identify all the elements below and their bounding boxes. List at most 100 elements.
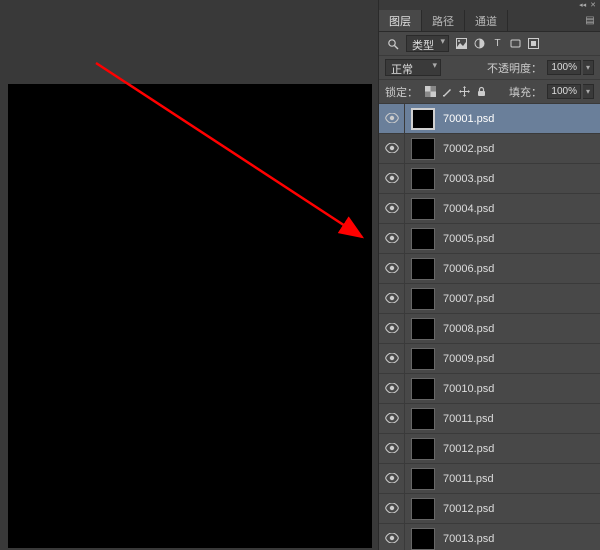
eye-icon bbox=[385, 292, 399, 306]
layer-thumbnail[interactable] bbox=[411, 498, 435, 520]
search-icon[interactable] bbox=[385, 36, 401, 52]
layers-panel: ◂◂ ✕ 图层 路径 通道 ▤ 类型 T 正常 不透明度： 100% ▾ 锁定： bbox=[378, 0, 600, 550]
tab-channels[interactable]: 通道 bbox=[465, 10, 508, 31]
filter-type-select[interactable]: 类型 bbox=[406, 35, 449, 52]
filter-shape-icon[interactable] bbox=[508, 36, 523, 51]
opacity-dropdown-icon[interactable]: ▾ bbox=[583, 60, 594, 75]
layer-name[interactable]: 70006.psd bbox=[443, 263, 494, 275]
visibility-toggle[interactable] bbox=[379, 104, 405, 133]
eye-icon bbox=[385, 472, 399, 486]
eye-icon bbox=[385, 202, 399, 216]
layer-thumbnail[interactable] bbox=[411, 468, 435, 490]
layer-thumbnail[interactable] bbox=[411, 318, 435, 340]
visibility-toggle[interactable] bbox=[379, 224, 405, 253]
eye-icon bbox=[385, 382, 399, 396]
visibility-toggle[interactable] bbox=[379, 164, 405, 193]
visibility-toggle[interactable] bbox=[379, 524, 405, 550]
layer-row[interactable]: 70012.psd bbox=[379, 434, 600, 464]
visibility-toggle[interactable] bbox=[379, 404, 405, 433]
visibility-toggle[interactable] bbox=[379, 374, 405, 403]
lock-all-icon[interactable] bbox=[474, 84, 489, 99]
eye-icon bbox=[385, 262, 399, 276]
layer-name[interactable]: 70003.psd bbox=[443, 173, 494, 185]
layer-list[interactable]: 70001.psd 70002.psd 70003.psd 70004.psd 7000… bbox=[379, 104, 600, 550]
layer-thumbnail[interactable] bbox=[411, 438, 435, 460]
visibility-toggle[interactable] bbox=[379, 284, 405, 313]
layer-thumbnail[interactable] bbox=[411, 288, 435, 310]
layer-row[interactable]: 70002.psd bbox=[379, 134, 600, 164]
filter-smart-icon[interactable] bbox=[526, 36, 541, 51]
fill-label: 填充： bbox=[509, 84, 542, 100]
layer-thumbnail[interactable] bbox=[411, 258, 435, 280]
lock-brush-icon[interactable] bbox=[440, 84, 455, 99]
layer-row[interactable]: 70011.psd bbox=[379, 464, 600, 494]
lock-move-icon[interactable] bbox=[457, 84, 472, 99]
lock-transparent-icon[interactable] bbox=[423, 84, 438, 99]
layer-name[interactable]: 70013.psd bbox=[443, 533, 494, 545]
close-icon[interactable]: ✕ bbox=[590, 1, 596, 9]
visibility-toggle[interactable] bbox=[379, 254, 405, 283]
eye-icon bbox=[385, 172, 399, 186]
layer-name[interactable]: 70005.psd bbox=[443, 233, 494, 245]
layer-name[interactable]: 70011.psd bbox=[443, 413, 494, 425]
visibility-toggle[interactable] bbox=[379, 494, 405, 523]
layer-row[interactable]: 70003.psd bbox=[379, 164, 600, 194]
layer-row[interactable]: 70012.psd bbox=[379, 494, 600, 524]
layer-row[interactable]: 70011.psd bbox=[379, 404, 600, 434]
panel-menu-icon[interactable]: ▤ bbox=[580, 10, 600, 31]
tab-paths[interactable]: 路径 bbox=[422, 10, 465, 31]
layer-name[interactable]: 70010.psd bbox=[443, 383, 494, 395]
filter-row: 类型 T bbox=[379, 32, 600, 56]
layer-thumbnail[interactable] bbox=[411, 228, 435, 250]
fill-input[interactable]: 100% bbox=[547, 84, 581, 99]
layer-name[interactable]: 70008.psd bbox=[443, 323, 494, 335]
layer-thumbnail[interactable] bbox=[411, 168, 435, 190]
layer-name[interactable]: 70011.psd bbox=[443, 473, 494, 485]
panel-titlebar: ◂◂ ✕ bbox=[379, 0, 600, 10]
blend-row: 正常 不透明度： 100% ▾ bbox=[379, 56, 600, 80]
layer-thumbnail[interactable] bbox=[411, 348, 435, 370]
visibility-toggle[interactable] bbox=[379, 434, 405, 463]
layer-name[interactable]: 70004.psd bbox=[443, 203, 494, 215]
layer-row[interactable]: 70006.psd bbox=[379, 254, 600, 284]
eye-icon bbox=[385, 352, 399, 366]
layer-row[interactable]: 70005.psd bbox=[379, 224, 600, 254]
layer-thumbnail[interactable] bbox=[411, 198, 435, 220]
layer-row[interactable]: 70010.psd bbox=[379, 374, 600, 404]
layer-name[interactable]: 70009.psd bbox=[443, 353, 494, 365]
collapse-icon[interactable]: ◂◂ bbox=[579, 1, 586, 9]
opacity-input[interactable]: 100% bbox=[547, 60, 581, 75]
layer-row[interactable]: 70009.psd bbox=[379, 344, 600, 374]
visibility-toggle[interactable] bbox=[379, 314, 405, 343]
filter-image-icon[interactable] bbox=[454, 36, 469, 51]
layer-thumbnail[interactable] bbox=[411, 108, 435, 130]
layer-name[interactable]: 70007.psd bbox=[443, 293, 494, 305]
layer-row[interactable]: 70007.psd bbox=[379, 284, 600, 314]
eye-icon bbox=[385, 442, 399, 456]
layer-thumbnail[interactable] bbox=[411, 528, 435, 550]
layer-thumbnail[interactable] bbox=[411, 408, 435, 430]
visibility-toggle[interactable] bbox=[379, 464, 405, 493]
layer-name[interactable]: 70012.psd bbox=[443, 503, 494, 515]
visibility-toggle[interactable] bbox=[379, 134, 405, 163]
layer-thumbnail[interactable] bbox=[411, 138, 435, 160]
tab-layers[interactable]: 图层 bbox=[379, 10, 422, 31]
visibility-toggle[interactable] bbox=[379, 194, 405, 223]
eye-icon bbox=[385, 142, 399, 156]
layer-name[interactable]: 70012.psd bbox=[443, 443, 494, 455]
canvas[interactable] bbox=[8, 84, 372, 548]
layer-thumbnail[interactable] bbox=[411, 378, 435, 400]
layer-name[interactable]: 70002.psd bbox=[443, 143, 494, 155]
blend-mode-select[interactable]: 正常 bbox=[385, 59, 441, 76]
filter-adjust-icon[interactable] bbox=[472, 36, 487, 51]
layer-row[interactable]: 70004.psd bbox=[379, 194, 600, 224]
eye-icon bbox=[385, 412, 399, 426]
layer-row[interactable]: 70001.psd bbox=[379, 104, 600, 134]
fill-dropdown-icon[interactable]: ▾ bbox=[583, 84, 594, 99]
layer-name[interactable]: 70001.psd bbox=[443, 113, 494, 125]
visibility-toggle[interactable] bbox=[379, 344, 405, 373]
layer-row[interactable]: 70008.psd bbox=[379, 314, 600, 344]
layer-row[interactable]: 70013.psd bbox=[379, 524, 600, 550]
filter-text-icon[interactable]: T bbox=[490, 36, 505, 51]
lock-row: 锁定： 填充： 100% ▾ bbox=[379, 80, 600, 104]
